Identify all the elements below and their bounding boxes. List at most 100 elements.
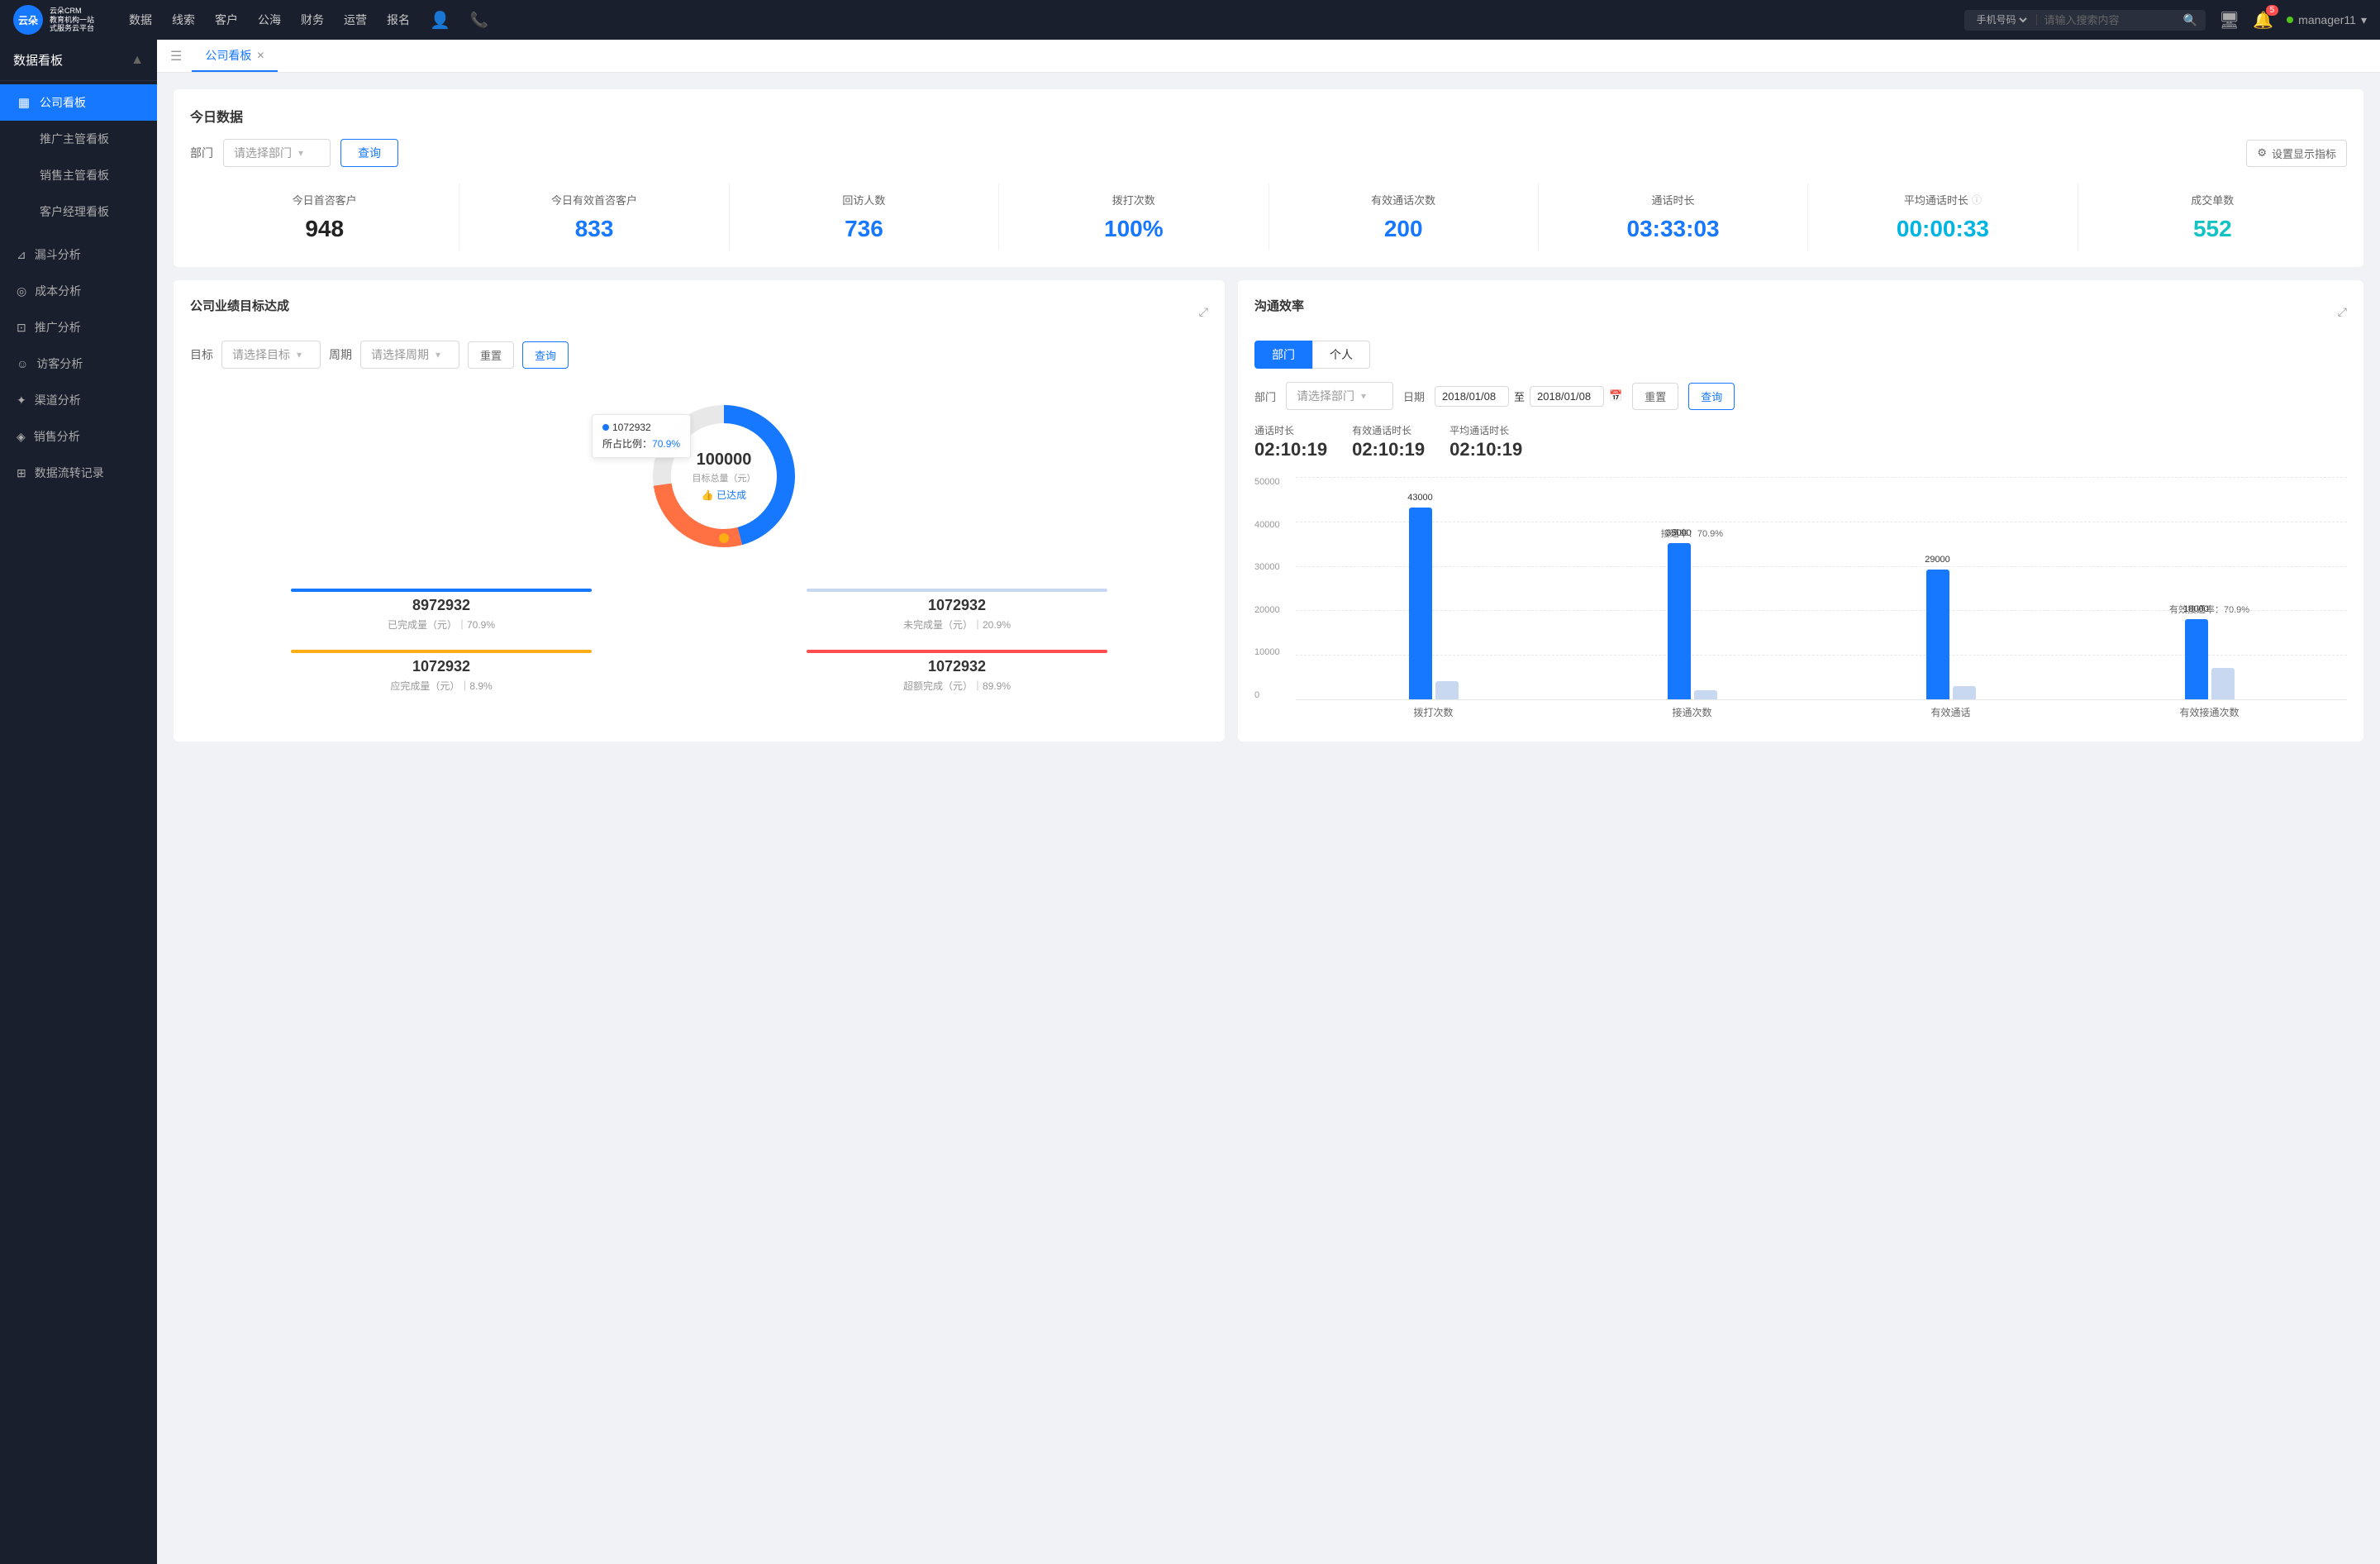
- sidebar-item-company[interactable]: ▦ 公司看板: [0, 84, 157, 121]
- period-select-text: 请选择周期: [371, 346, 429, 363]
- comm-dept-select[interactable]: 请选择部门 ▾: [1286, 382, 1393, 410]
- logo-icon: 云朵: [13, 5, 43, 35]
- uncompleted-bar: [807, 589, 1108, 592]
- comm-stat-label-2: 平均通话时长: [1449, 423, 1522, 437]
- period-select-arrow: ▾: [436, 349, 440, 360]
- target-controls: 目标 请选择目标 ▾ 周期 请选择周期 ▾ 重置 查询: [190, 341, 1208, 369]
- nav-item-customer[interactable]: 客户: [215, 12, 238, 28]
- tooltip-percent: 所占比例：70.9%: [602, 436, 680, 451]
- date-calendar-icon[interactable]: 📅: [1609, 389, 1622, 403]
- dept-select[interactable]: 请选择部门 ▾: [223, 139, 331, 167]
- nav-item-ops[interactable]: 运营: [344, 12, 367, 28]
- sidebar-label-promo-manager: 推广主管看板: [40, 131, 109, 147]
- bar-0-light: [1435, 681, 1459, 699]
- date-label: 日期: [1403, 389, 1425, 404]
- sidebar-label-company: 公司看板: [40, 94, 86, 111]
- today-data-card: 今日数据 部门 请选择部门 ▾ 查询 ⚙ 设置显示指标: [174, 89, 2363, 267]
- date-from-input[interactable]: [1435, 386, 1509, 407]
- search-icon[interactable]: 🔍: [2182, 13, 2197, 27]
- sidebar-item-channel[interactable]: ✦渠道分析: [0, 382, 157, 418]
- comm-tab-dept[interactable]: 部门: [1254, 341, 1312, 369]
- bar-3-light: [2211, 668, 2235, 699]
- stats-row: 今日首咨客户 948 今日有效首咨客户 833 回访人数 736 拨打次数 10…: [190, 184, 2347, 250]
- sidebar-item-account-manager[interactable]: 客户经理看板: [0, 193, 157, 230]
- dropdown-arrow: ▾: [2361, 13, 2367, 27]
- user-info[interactable]: manager11 ▾: [2287, 13, 2367, 27]
- user-icon[interactable]: 👤: [430, 10, 450, 31]
- comm-stat-0: 通话时长 02:10:19: [1254, 423, 1327, 460]
- tooltip-dot: [602, 424, 609, 431]
- flow-icon: ⊞: [17, 466, 26, 480]
- comm-dept-arrow: ▾: [1361, 390, 1366, 402]
- comm-reset-btn[interactable]: 重置: [1632, 383, 1678, 410]
- search-type-select[interactable]: 手机号码: [1973, 13, 2030, 26]
- monitor-icon[interactable]: 🖥: [2219, 10, 2240, 31]
- comm-panel-title: 沟通效率: [1254, 297, 1304, 314]
- y-label-0: 0: [1254, 690, 1280, 700]
- tab-menu-icon[interactable]: ☰: [170, 48, 182, 64]
- stat-value-5: 03:33:03: [1545, 216, 1801, 242]
- stat-value-4: 200: [1276, 216, 1531, 242]
- over-bar: [807, 650, 1108, 653]
- nav-item-sea[interactable]: 公海: [258, 12, 281, 28]
- y-label-5: 50000: [1254, 477, 1280, 487]
- comm-expand-icon[interactable]: ⤢: [2338, 305, 2347, 319]
- sidebar-section-analysis: ⊿漏斗分析 ◎成本分析 ⊡推广分析 ☺访客分析 ✦渠道分析 ◈销售分析 ⊞数据流…: [0, 233, 157, 494]
- bottom-panels: 公司业绩目标达成 ⤢ 目标 请选择目标 ▾ 周期 请选择周期 ▾: [174, 280, 2363, 741]
- comm-tab-personal[interactable]: 个人: [1312, 341, 1370, 369]
- uncompleted-value: 1072932: [706, 597, 1208, 614]
- stat-label-1: 今日有效首咨客户: [466, 192, 721, 207]
- sidebar-item-promo[interactable]: ⊡推广分析: [0, 309, 157, 346]
- comm-stat-value-1: 02:10:19: [1352, 439, 1425, 460]
- stat-label-2: 回访人数: [736, 192, 992, 207]
- content: 今日数据 部门 请选择部门 ▾ 查询 ⚙ 设置显示指标: [157, 73, 2380, 1564]
- today-query-btn[interactable]: 查询: [340, 139, 398, 167]
- y-label-1: 10000: [1254, 647, 1280, 657]
- target-select[interactable]: 请选择目标 ▾: [221, 341, 321, 369]
- target-reset-btn[interactable]: 重置: [468, 341, 514, 369]
- sidebar-item-funnel[interactable]: ⊿漏斗分析: [0, 236, 157, 273]
- cost-icon: ◎: [17, 284, 26, 298]
- nav-item-data[interactable]: 数据: [129, 12, 152, 28]
- main: ☰ 公司看板 ✕ 今日数据 部门 请选择部门 ▾ 查询: [157, 40, 2380, 1564]
- tab-label: 公司看板: [205, 47, 251, 64]
- period-select[interactable]: 请选择周期 ▾: [360, 341, 459, 369]
- should-desc: 应完成量（元）｜8.9%: [190, 679, 693, 693]
- completed-desc: 已完成量（元）｜70.9%: [190, 617, 693, 632]
- bar-2-main: 29000: [1926, 570, 1949, 699]
- sidebar-item-sales-manager[interactable]: 销售主管看板: [0, 157, 157, 193]
- comm-tabs: 部门 个人: [1254, 341, 2347, 369]
- bell-badge: 5: [2266, 5, 2279, 16]
- target-stats-grid: 8972932 已完成量（元）｜70.9% 1072932 未完成量（元）｜20…: [190, 584, 1208, 693]
- company-icon: ▦: [17, 95, 31, 110]
- sidebar: 数据看板 ▲ ▦ 公司看板 推广主管看板 销售主管看板 客户经理看板 ⊿: [0, 40, 157, 1564]
- sidebar-item-flow[interactable]: ⊞数据流转记录: [0, 455, 157, 491]
- completed-bar: [291, 589, 593, 592]
- donut-tooltip: 1072932 所占比例：70.9%: [592, 414, 691, 458]
- sidebar-item-sales[interactable]: ◈销售分析: [0, 418, 157, 455]
- date-to-input[interactable]: [1530, 386, 1604, 407]
- x-label-1: 接通次数: [1563, 705, 1821, 719]
- phone-icon[interactable]: 📞: [470, 12, 488, 29]
- target-query-btn[interactable]: 查询: [522, 341, 569, 369]
- sidebar-item-cost[interactable]: ◎成本分析: [0, 273, 157, 309]
- nav-item-signup[interactable]: 报名: [387, 12, 410, 28]
- tab-close-icon[interactable]: ✕: [256, 50, 264, 61]
- comm-filter: 部门 请选择部门 ▾ 日期 至 📅 重置 查询: [1254, 382, 2347, 410]
- comm-query-btn[interactable]: 查询: [1688, 383, 1735, 410]
- comm-dept-label: 部门: [1254, 389, 1276, 404]
- tab-company[interactable]: 公司看板 ✕: [192, 40, 278, 72]
- nav-item-finance[interactable]: 财务: [301, 12, 324, 28]
- target-expand-icon[interactable]: ⤢: [1199, 305, 1208, 319]
- sidebar-item-promo-manager[interactable]: 推广主管看板: [0, 121, 157, 157]
- search-input[interactable]: [2044, 14, 2176, 26]
- stat-item-0: 今日首咨客户 948: [190, 184, 459, 250]
- x-label-3: 有效接通次数: [2080, 705, 2339, 719]
- nav-item-leads[interactable]: 线索: [172, 12, 195, 28]
- comm-stat-1: 有效通话时长 02:10:19: [1352, 423, 1425, 460]
- sidebar-item-visitor[interactable]: ☺访客分析: [0, 346, 157, 382]
- settings-btn[interactable]: ⚙ 设置显示指标: [2246, 140, 2347, 167]
- dept-select-text: 请选择部门: [234, 145, 292, 161]
- comm-stat-label-0: 通话时长: [1254, 423, 1327, 437]
- sidebar-toggle[interactable]: ▲: [131, 53, 144, 68]
